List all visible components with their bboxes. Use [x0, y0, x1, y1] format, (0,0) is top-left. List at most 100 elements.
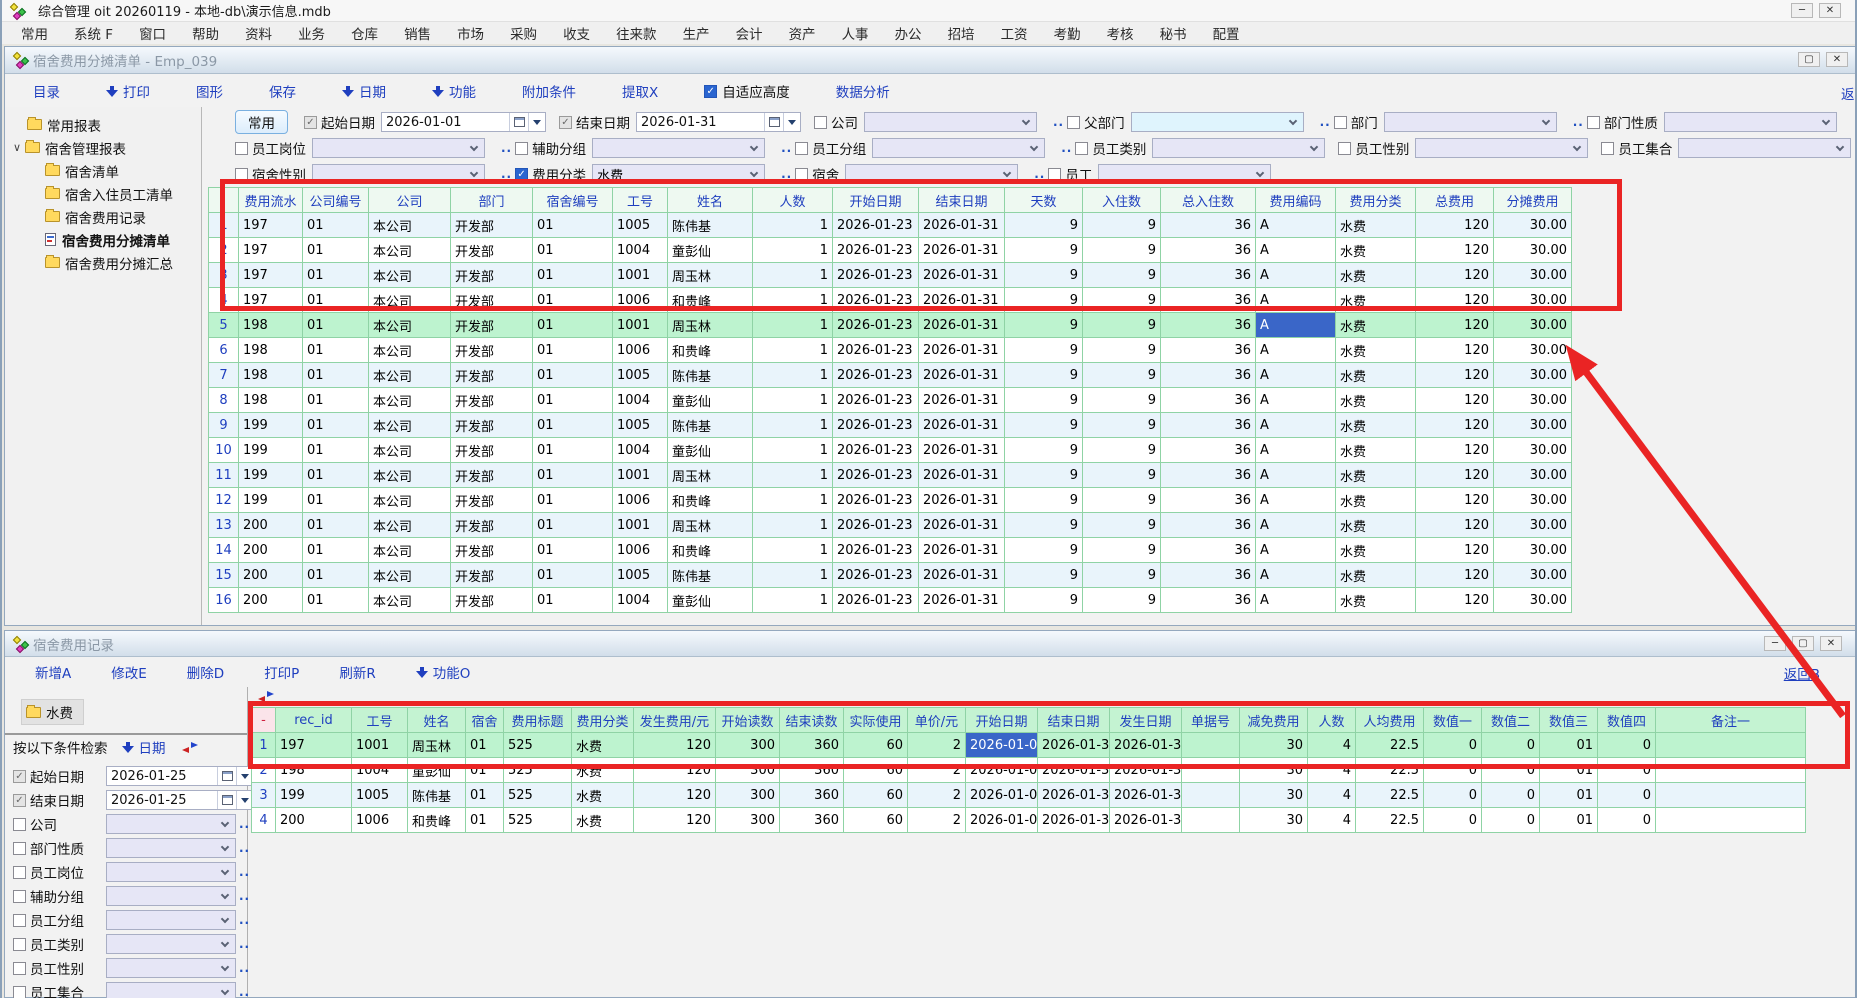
data-cell[interactable]: 2026-01-23: [833, 238, 919, 263]
data-cell[interactable]: 30.00: [1494, 263, 1572, 288]
data-cell[interactable]: 水费: [1336, 413, 1416, 438]
data-cell[interactable]: 1: [753, 213, 833, 238]
column-header-rec_id[interactable]: rec_id: [276, 708, 352, 733]
data-cell[interactable]: 01: [303, 288, 369, 313]
select-员工性别[interactable]: [1415, 138, 1588, 158]
data-cell[interactable]: 01: [303, 538, 369, 563]
data-cell[interactable]: 开发部: [451, 438, 533, 463]
data-cell[interactable]: A: [1256, 438, 1336, 463]
data-cell[interactable]: 120: [1416, 338, 1494, 363]
swap-columns-icon[interactable]: [182, 742, 198, 753]
select-员工分组[interactable]: [106, 910, 236, 930]
data-cell[interactable]: 01: [533, 338, 613, 363]
data-cell[interactable]: 30: [1240, 783, 1308, 808]
menu-item-11[interactable]: 往来款: [603, 21, 670, 45]
data-cell[interactable]: A: [1256, 213, 1336, 238]
data-cell[interactable]: 01: [303, 338, 369, 363]
data-cell[interactable]: 1006: [613, 488, 668, 513]
filter-checkbox-员工岗位[interactable]: [13, 866, 26, 879]
data-cell[interactable]: 9: [1005, 313, 1083, 338]
select-父部门[interactable]: [1131, 112, 1304, 132]
data-cell[interactable]: 300: [716, 783, 780, 808]
column-header-单据号[interactable]: 单据号: [1182, 708, 1240, 733]
row-number-cell[interactable]: 5: [209, 313, 239, 338]
data-cell[interactable]: 30.00: [1494, 513, 1572, 538]
swap-columns-icon[interactable]: [258, 691, 274, 702]
data-cell[interactable]: 1001: [613, 463, 668, 488]
data-cell[interactable]: 和贵峰: [668, 288, 753, 313]
filter-checkbox-员工类别[interactable]: [1075, 142, 1088, 155]
panel2-button-maximize[interactable]: ▢: [1792, 636, 1814, 651]
column-header-分摊费用[interactable]: 分摊费用: [1494, 188, 1572, 213]
data-cell[interactable]: 01: [466, 783, 504, 808]
data-cell[interactable]: 01: [533, 563, 613, 588]
data-cell[interactable]: 9: [1083, 488, 1161, 513]
data-cell[interactable]: 1001: [613, 513, 668, 538]
data-cell[interactable]: 本公司: [369, 313, 451, 338]
data-cell[interactable]: 199: [239, 488, 303, 513]
data-cell[interactable]: 1: [753, 463, 833, 488]
row-number-cell[interactable]: 4: [252, 808, 276, 833]
data-cell[interactable]: 36: [1161, 388, 1256, 413]
data-cell[interactable]: 01: [466, 733, 504, 758]
data-cell[interactable]: 30.00: [1494, 388, 1572, 413]
data-cell[interactable]: 9: [1083, 263, 1161, 288]
column-header-天数[interactable]: 天数: [1005, 188, 1083, 213]
data-cell[interactable]: 198: [239, 338, 303, 363]
data-cell[interactable]: 22.5: [1356, 808, 1424, 833]
data-cell[interactable]: 开发部: [451, 538, 533, 563]
table-row[interactable]: 1219901本公司开发部011006和贵峰12026-01-232026-01…: [209, 488, 1572, 513]
data-cell[interactable]: 2026-01-01: [966, 733, 1038, 758]
data-cell[interactable]: 本公司: [369, 413, 451, 438]
data-cell[interactable]: 本公司: [369, 563, 451, 588]
data-cell[interactable]: 9: [1005, 288, 1083, 313]
data-cell[interactable]: 9: [1005, 438, 1083, 463]
filter-checkbox-费用分类[interactable]: ✓: [515, 168, 528, 181]
data-cell[interactable]: 1: [753, 438, 833, 463]
data-cell[interactable]: 9: [1005, 463, 1083, 488]
data-cell[interactable]: 360: [780, 758, 844, 783]
data-cell[interactable]: 9: [1005, 388, 1083, 413]
data-cell[interactable]: 和贵峰: [668, 488, 753, 513]
data-cell[interactable]: 陈伟基: [668, 563, 753, 588]
data-cell[interactable]: 0: [1424, 758, 1482, 783]
data-cell[interactable]: 0: [1482, 758, 1540, 783]
data-cell[interactable]: 36: [1161, 263, 1256, 288]
data-cell[interactable]: 开发部: [451, 238, 533, 263]
data-cell[interactable]: 1006: [613, 538, 668, 563]
data-cell[interactable]: 9: [1005, 238, 1083, 263]
select-员工集合[interactable]: [1678, 138, 1851, 158]
data-cell[interactable]: 水费: [1336, 538, 1416, 563]
window-button-minimize[interactable]: ─: [1791, 3, 1813, 18]
data-cell[interactable]: 2026-01-31: [919, 413, 1005, 438]
quick-filter-button[interactable]: 常用: [235, 110, 288, 134]
data-cell[interactable]: 水费: [572, 808, 634, 833]
table-row[interactable]: 819801本公司开发部011004童彭仙12026-01-232026-01-…: [209, 388, 1572, 413]
data-cell[interactable]: 300: [716, 808, 780, 833]
data-cell[interactable]: 525: [504, 733, 572, 758]
data-cell[interactable]: 1: [753, 563, 833, 588]
row-number-cell[interactable]: 10: [209, 438, 239, 463]
data-cell[interactable]: 199: [276, 783, 352, 808]
data-cell[interactable]: 120: [634, 733, 716, 758]
filter-checkbox-辅助分组[interactable]: [515, 142, 528, 155]
data-cell[interactable]: 4: [1308, 758, 1356, 783]
data-cell[interactable]: 本公司: [369, 538, 451, 563]
data-cell[interactable]: 本公司: [369, 363, 451, 388]
filter-checkbox-员工集合[interactable]: [1601, 142, 1614, 155]
data-cell[interactable]: 1005: [613, 213, 668, 238]
column-header-费用分类[interactable]: 费用分类: [572, 708, 634, 733]
data-cell[interactable]: 水费: [1336, 338, 1416, 363]
data-cell[interactable]: 01: [466, 758, 504, 783]
data-cell[interactable]: 开发部: [451, 313, 533, 338]
data-cell[interactable]: 525: [504, 808, 572, 833]
data-cell[interactable]: 9: [1083, 463, 1161, 488]
data-cell[interactable]: 36: [1161, 338, 1256, 363]
data-cell[interactable]: 30.00: [1494, 238, 1572, 263]
data-cell[interactable]: 开发部: [451, 513, 533, 538]
data-cell[interactable]: 01: [1540, 758, 1598, 783]
data-cell[interactable]: A: [1256, 288, 1336, 313]
row-number-cell[interactable]: 16: [209, 588, 239, 613]
data-cell[interactable]: 01: [533, 463, 613, 488]
data-cell[interactable]: 2026-01-31: [919, 288, 1005, 313]
